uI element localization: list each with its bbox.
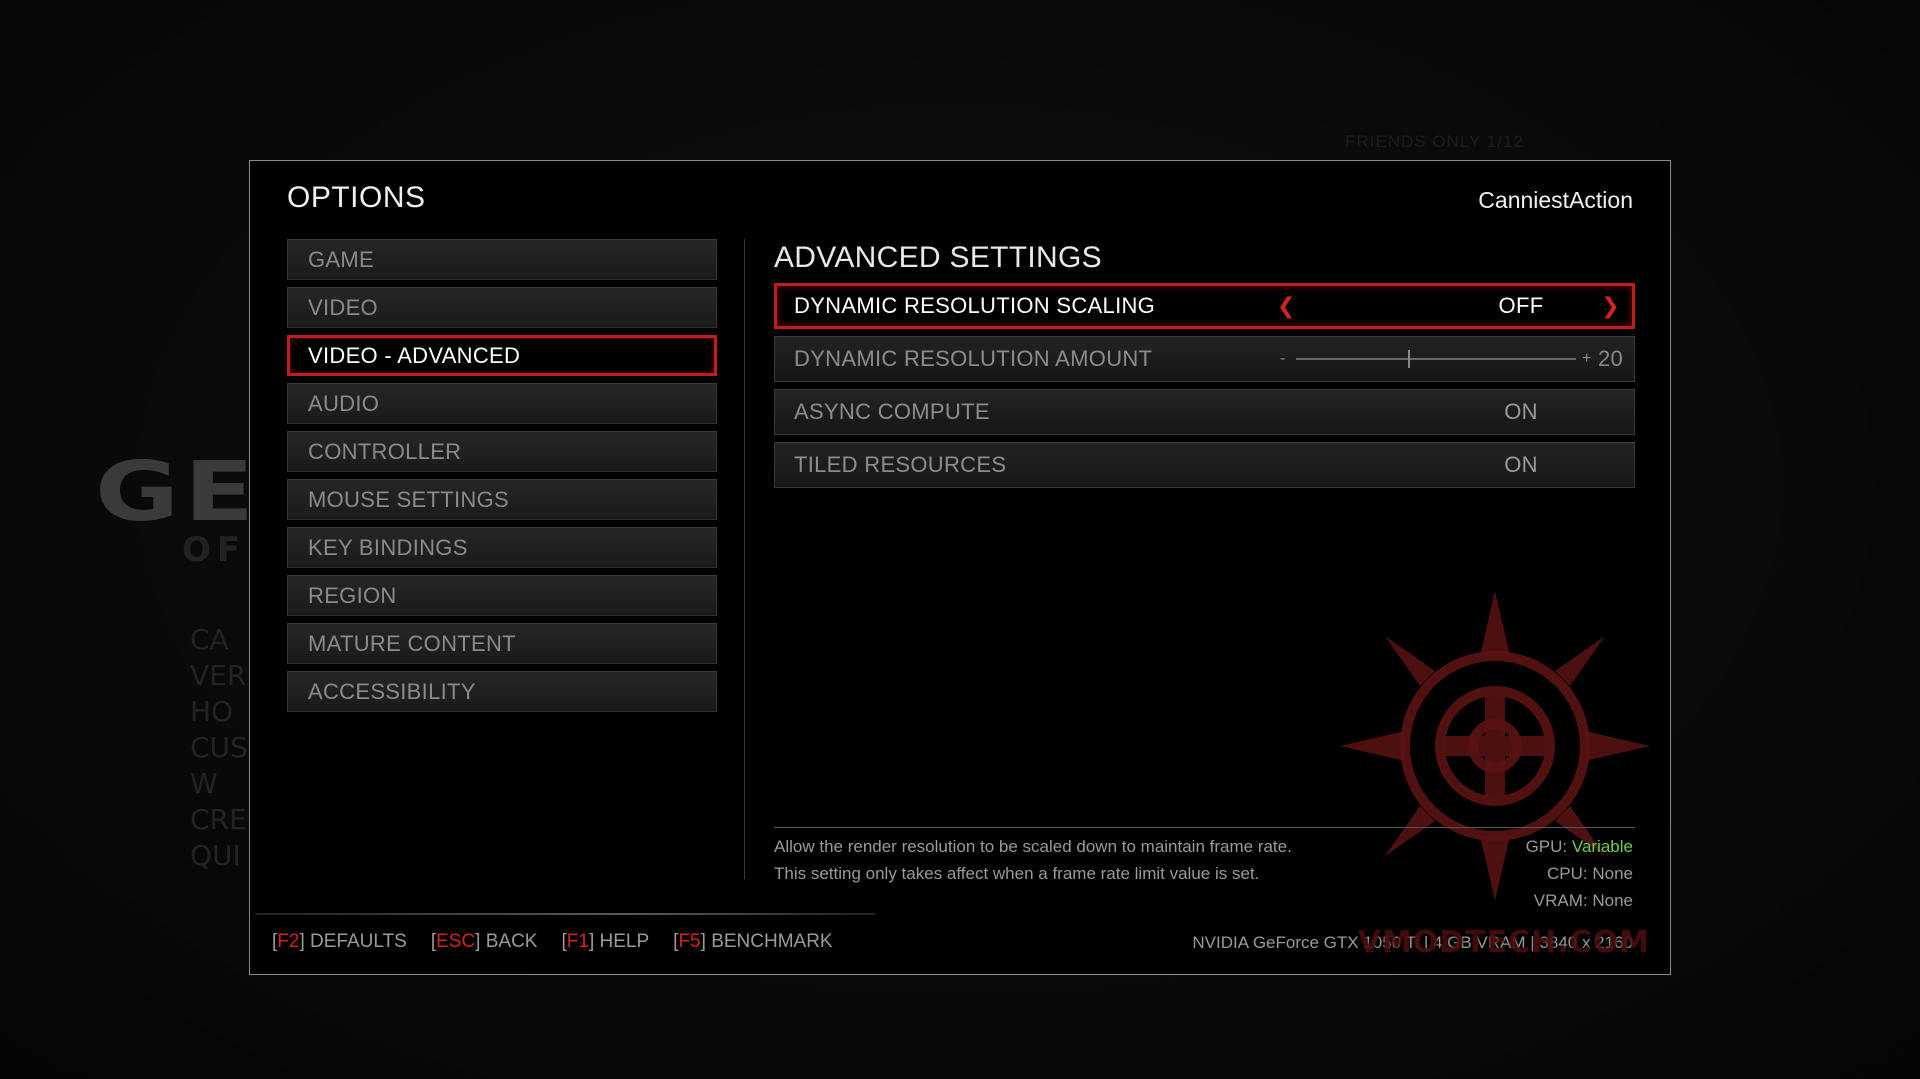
hint-label: BENCHMARK bbox=[711, 931, 833, 952]
column-divider bbox=[744, 239, 745, 879]
performance-impact: GPU: Variable CPU: None VRAM: None bbox=[1526, 833, 1633, 914]
options-panel: OPTIONS CanniestAction GAME VIDEO VIDEO … bbox=[249, 160, 1671, 975]
key-label: F2 bbox=[277, 931, 300, 952]
footer-hints: [F2] DEFAULTS [ESC] BACK [F1] HELP [F5] … bbox=[272, 931, 833, 953]
background-logo: GE bbox=[95, 445, 260, 540]
help-button[interactable]: [F1] HELP bbox=[561, 931, 649, 953]
slider-thumb[interactable] bbox=[1408, 350, 1410, 368]
chevron-right-icon[interactable]: ❯ bbox=[1601, 293, 1620, 319]
key-label: F5 bbox=[678, 931, 701, 952]
nav-item-audio[interactable]: AUDIO bbox=[287, 383, 717, 424]
background-menu-item: CA bbox=[190, 623, 229, 656]
nav-item-video[interactable]: VIDEO bbox=[287, 287, 717, 328]
settings-list: DYNAMIC RESOLUTION SCALING ❮ OFF ❯ DYNAM… bbox=[774, 283, 1635, 495]
nav-item-mouse-settings[interactable]: MOUSE SETTINGS bbox=[287, 479, 717, 520]
setting-label: TILED RESOURCES bbox=[794, 452, 1007, 477]
background-session-text: FRIENDS ONLY 1/12 bbox=[1345, 132, 1524, 151]
hint-label: BACK bbox=[485, 931, 538, 952]
footer-divider bbox=[255, 913, 875, 915]
background-logo-sub: OF bbox=[182, 530, 247, 570]
vram-impact: VRAM: None bbox=[1533, 891, 1633, 910]
options-nav: GAME VIDEO VIDEO - ADVANCED AUDIO CONTRO… bbox=[287, 239, 717, 719]
gpu-impact: GPU: Variable bbox=[1526, 833, 1633, 860]
background-menu-item: W bbox=[190, 767, 218, 800]
nav-item-accessibility[interactable]: ACCESSIBILITY bbox=[287, 671, 717, 712]
nav-item-controller[interactable]: CONTROLLER bbox=[287, 431, 717, 472]
section-title: ADVANCED SETTINGS bbox=[774, 241, 1102, 274]
background-menu-item: CRE bbox=[190, 803, 247, 836]
setting-dynamic-resolution-amount[interactable]: DYNAMIC RESOLUTION AMOUNT - + 20 bbox=[774, 336, 1635, 382]
background-menu-item: VER bbox=[190, 659, 247, 692]
hint-label: HELP bbox=[599, 931, 650, 952]
description-line: This setting only takes affect when a fr… bbox=[774, 864, 1260, 883]
description-divider bbox=[774, 827, 1635, 828]
key-label: F1 bbox=[566, 931, 589, 952]
setting-dynamic-resolution-scaling[interactable]: DYNAMIC RESOLUTION SCALING ❮ OFF ❯ bbox=[774, 283, 1635, 329]
setting-label: ASYNC COMPUTE bbox=[794, 399, 990, 424]
slider-min-label: - bbox=[1280, 350, 1286, 367]
setting-label: DYNAMIC RESOLUTION AMOUNT bbox=[794, 346, 1153, 371]
nav-item-game[interactable]: GAME bbox=[287, 239, 717, 280]
back-button[interactable]: [ESC] BACK bbox=[431, 931, 538, 953]
defaults-button[interactable]: [F2] DEFAULTS bbox=[272, 931, 407, 953]
background-menu-item: QUI bbox=[190, 839, 241, 872]
setting-value: ON bbox=[1504, 452, 1538, 477]
slider-track[interactable] bbox=[1296, 350, 1576, 368]
cpu-impact: CPU: None bbox=[1547, 864, 1633, 883]
setting-tiled-resources[interactable]: TILED RESOURCES ON bbox=[774, 442, 1635, 488]
nav-item-mature-content[interactable]: MATURE CONTENT bbox=[287, 623, 717, 664]
chevron-left-icon[interactable]: ❮ bbox=[1277, 293, 1296, 319]
site-watermark: VMODTECH.COM bbox=[1357, 925, 1650, 960]
background-menu-item: HO bbox=[190, 695, 234, 728]
nav-item-video-advanced[interactable]: VIDEO - ADVANCED bbox=[287, 335, 717, 376]
nav-item-key-bindings[interactable]: KEY BINDINGS bbox=[287, 527, 717, 568]
benchmark-button[interactable]: [F5] BENCHMARK bbox=[673, 931, 832, 953]
setting-value: ON bbox=[1504, 399, 1538, 424]
resolution-amount-slider[interactable]: - + 20 bbox=[1280, 337, 1625, 381]
setting-value: OFF bbox=[1498, 293, 1544, 318]
hint-label: DEFAULTS bbox=[310, 931, 407, 952]
page-title: OPTIONS bbox=[287, 181, 426, 214]
description-line: Allow the render resolution to be scaled… bbox=[774, 837, 1292, 856]
gpu-value: Variable bbox=[1571, 837, 1633, 856]
username: CanniestAction bbox=[1478, 187, 1633, 213]
setting-async-compute[interactable]: ASYNC COMPUTE ON bbox=[774, 389, 1635, 435]
gpu-label: GPU: bbox=[1525, 837, 1568, 856]
background-menu: CA VER HO CUS W CRE QUI bbox=[190, 622, 248, 874]
setting-description: Allow the render resolution to be scaled… bbox=[774, 833, 1292, 887]
slider-value: 20 bbox=[1598, 346, 1624, 371]
nav-item-region[interactable]: REGION bbox=[287, 575, 717, 616]
background-menu-item: CUS bbox=[190, 731, 248, 764]
setting-label: DYNAMIC RESOLUTION SCALING bbox=[794, 293, 1156, 318]
key-label: ESC bbox=[436, 931, 476, 952]
slider-fill bbox=[1296, 358, 1408, 360]
slider-max-label: + bbox=[1582, 350, 1592, 367]
